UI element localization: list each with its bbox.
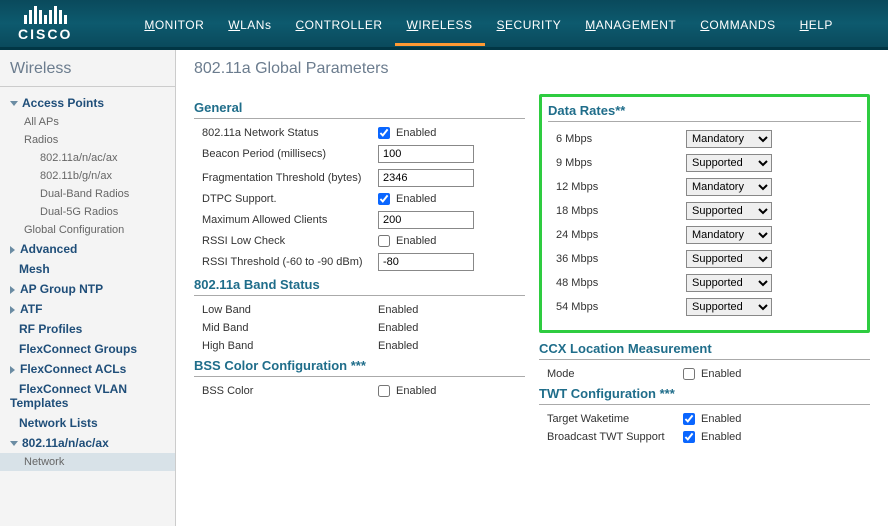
nav-wlans[interactable]: WLANs <box>216 2 283 46</box>
nav-help[interactable]: HELP <box>788 2 845 46</box>
beacon-input[interactable] <box>378 145 474 163</box>
sidebar-item-network[interactable]: Network <box>0 453 175 471</box>
rate-48-mbps-select[interactable]: Supported <box>686 274 772 292</box>
twt-target-waketime-label: Target Waketime <box>547 413 677 425</box>
network-status-chk-label: Enabled <box>396 127 436 139</box>
cisco-logo: CISCO <box>18 6 72 42</box>
dtpc-label: DTPC Support. <box>202 193 372 205</box>
topbar: CISCO MONITORWLANsCONTROLLERWIRELESSSECU… <box>0 0 888 50</box>
sidebar: Wireless Access PointsAll APs Radios802.… <box>0 50 176 526</box>
nav-management[interactable]: MANAGEMENT <box>573 2 688 46</box>
bss-color-checkbox[interactable] <box>378 385 390 397</box>
nav-controller[interactable]: CONTROLLER <box>283 2 394 46</box>
twt-target-waketime-checkbox[interactable] <box>683 413 695 425</box>
nav-commands[interactable]: COMMANDS <box>688 2 787 46</box>
rssi-low-checkbox[interactable] <box>378 235 390 247</box>
band-high-band-label: High Band <box>202 340 372 352</box>
band-high-band-value: Enabled <box>378 340 418 352</box>
rate-54-mbps-select[interactable]: Supported <box>686 298 772 316</box>
sidebar-item-mesh[interactable]: Mesh <box>0 259 175 279</box>
rate-6-mbps-select[interactable]: Mandatory <box>686 130 772 148</box>
rate-9-mbps-label: 9 Mbps <box>556 157 686 169</box>
band-low-band-value: Enabled <box>378 304 418 316</box>
sidebar-item-802-11a-n-ac-ax[interactable]: 802.11a/n/ac/ax <box>0 433 175 453</box>
sidebar-item-dual-5g-radios[interactable]: Dual-5G Radios <box>0 203 175 221</box>
ccx-mode-chk-label: Enabled <box>701 368 741 380</box>
nav-wireless[interactable]: WIRELESS <box>395 2 485 46</box>
rate-9-mbps-select[interactable]: Supported <box>686 154 772 172</box>
nav-monitor[interactable]: MONITOR <box>132 2 216 46</box>
dtpc-checkbox[interactable] <box>378 193 390 205</box>
sidebar-item-ap-group-ntp[interactable]: AP Group NTP <box>0 279 175 299</box>
dtpc-chk-label: Enabled <box>396 193 436 205</box>
sidebar-item-atf[interactable]: ATF <box>0 299 175 319</box>
sidebar-item-flexconnect-acls[interactable]: FlexConnect ACLs <box>0 359 175 379</box>
right-column: Data Rates** 6 MbpsMandatory9 MbpsSuppor… <box>539 94 870 449</box>
rate-24-mbps-label: 24 Mbps <box>556 229 686 241</box>
page-title: 802.11a Global Parameters <box>194 60 870 78</box>
twt-target-waketime-chk-label: Enabled <box>701 413 741 425</box>
twt-broadcast-twt-support-label: Broadcast TWT Support <box>547 431 677 443</box>
ccx-mode-checkbox[interactable] <box>683 368 695 380</box>
rate-18-mbps-label: 18 Mbps <box>556 205 686 217</box>
sidebar-item-global-configuration[interactable]: Global Configuration <box>0 221 175 239</box>
rate-54-mbps-label: 54 Mbps <box>556 301 686 313</box>
twt-broadcast-twt-support-chk-label: Enabled <box>701 431 741 443</box>
sidebar-item-flexconnect-groups[interactable]: FlexConnect Groups <box>0 339 175 359</box>
rate-12-mbps-label: 12 Mbps <box>556 181 686 193</box>
network-status-label: 802.11a Network Status <box>202 127 372 139</box>
band-mid-band-label: Mid Band <box>202 322 372 334</box>
rate-36-mbps-select[interactable]: Supported <box>686 250 772 268</box>
frag-input[interactable] <box>378 169 474 187</box>
section-band-title: 802.11a Band Status <box>194 277 525 296</box>
sidebar-tree: Access PointsAll APs Radios802.11a/n/ac/… <box>0 93 175 471</box>
rssi-thresh-input[interactable] <box>378 253 474 271</box>
band-mid-band-value: Enabled <box>378 322 418 334</box>
sidebar-item-all-aps[interactable]: All APs <box>0 113 175 131</box>
sidebar-item-802-11b-g-n-ax[interactable]: 802.11b/g/n/ax <box>0 167 175 185</box>
band-low-band-label: Low Band <box>202 304 372 316</box>
rate-6-mbps-label: 6 Mbps <box>556 133 686 145</box>
sidebar-item-access-points[interactable]: Access Points <box>0 93 175 113</box>
sidebar-item-radios[interactable]: Radios <box>0 131 175 149</box>
content: 802.11a Global Parameters General 802.11… <box>176 50 888 526</box>
section-ccx-title: CCX Location Measurement <box>539 341 870 360</box>
sidebar-item-802-11a-n-ac-ax[interactable]: 802.11a/n/ac/ax <box>0 149 175 167</box>
data-rates-highlight: Data Rates** 6 MbpsMandatory9 MbpsSuppor… <box>539 94 870 333</box>
rssi-low-chk-label: Enabled <box>396 235 436 247</box>
section-general-title: General <box>194 100 525 119</box>
section-twt-title: TWT Configuration *** <box>539 386 870 405</box>
bss-color-chk-label: Enabled <box>396 385 436 397</box>
twt-broadcast-twt-support-checkbox[interactable] <box>683 431 695 443</box>
left-column: General 802.11a Network Status Enabled Be… <box>194 94 525 449</box>
rate-18-mbps-select[interactable]: Supported <box>686 202 772 220</box>
top-nav: MONITORWLANsCONTROLLERWIRELESSSECURITYMA… <box>132 2 845 46</box>
network-status-checkbox[interactable] <box>378 127 390 139</box>
rate-48-mbps-label: 48 Mbps <box>556 277 686 289</box>
ccx-mode-label: Mode <box>547 368 677 380</box>
rssi-low-label: RSSI Low Check <box>202 235 372 247</box>
rate-12-mbps-select[interactable]: Mandatory <box>686 178 772 196</box>
rate-36-mbps-label: 36 Mbps <box>556 253 686 265</box>
logo-bars-icon <box>24 6 67 24</box>
rssi-thresh-label: RSSI Threshold (-60 to -90 dBm) <box>202 256 372 268</box>
sidebar-item-rf-profiles[interactable]: RF Profiles <box>0 319 175 339</box>
beacon-label: Beacon Period (millisecs) <box>202 148 372 160</box>
section-bss-title: BSS Color Configuration *** <box>194 358 525 377</box>
section-rates-title: Data Rates** <box>548 103 861 122</box>
nav-security[interactable]: SECURITY <box>485 2 574 46</box>
max-clients-input[interactable] <box>378 211 474 229</box>
sidebar-item-advanced[interactable]: Advanced <box>0 239 175 259</box>
max-clients-label: Maximum Allowed Clients <box>202 214 372 226</box>
frag-label: Fragmentation Threshold (bytes) <box>202 172 372 184</box>
sidebar-title: Wireless <box>0 60 175 87</box>
sidebar-item-network-lists[interactable]: Network Lists <box>0 413 175 433</box>
bss-color-label: BSS Color <box>202 385 372 397</box>
sidebar-item-flexconnect-vlan-templates[interactable]: FlexConnect VLAN Templates <box>0 379 175 413</box>
sidebar-item-dual-band-radios[interactable]: Dual-Band Radios <box>0 185 175 203</box>
brand-text: CISCO <box>18 26 72 42</box>
rate-24-mbps-select[interactable]: Mandatory <box>686 226 772 244</box>
